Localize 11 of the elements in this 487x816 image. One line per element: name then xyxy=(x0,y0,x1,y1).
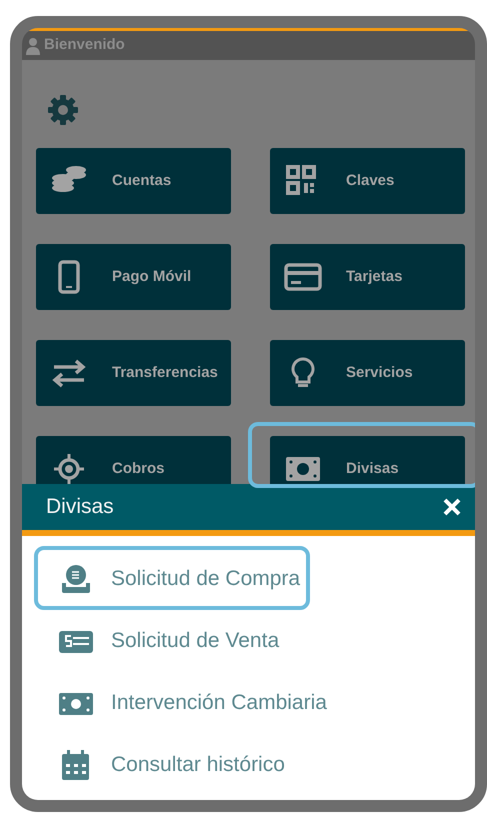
menu-tile[interactable]: Transferencias xyxy=(36,340,231,406)
menu-tile[interactable]: Cuentas xyxy=(36,148,231,214)
menu-tile[interactable]: Claves xyxy=(270,148,465,214)
menu-item[interactable]: Solicitud de Venta xyxy=(22,610,280,672)
menu-tile[interactable]: Pago Móvil xyxy=(36,244,231,310)
menu-tile[interactable]: Servicios xyxy=(270,340,465,406)
menu-tile[interactable]: Tarjetas xyxy=(270,244,465,310)
menu-item[interactable]: Intervención Cambiaria xyxy=(22,672,327,734)
menu-item[interactable]: Solicitud de Compra xyxy=(22,548,300,610)
menu-item[interactable]: Consultar histórico xyxy=(22,734,285,796)
header-title: Bienvenido xyxy=(44,35,125,56)
